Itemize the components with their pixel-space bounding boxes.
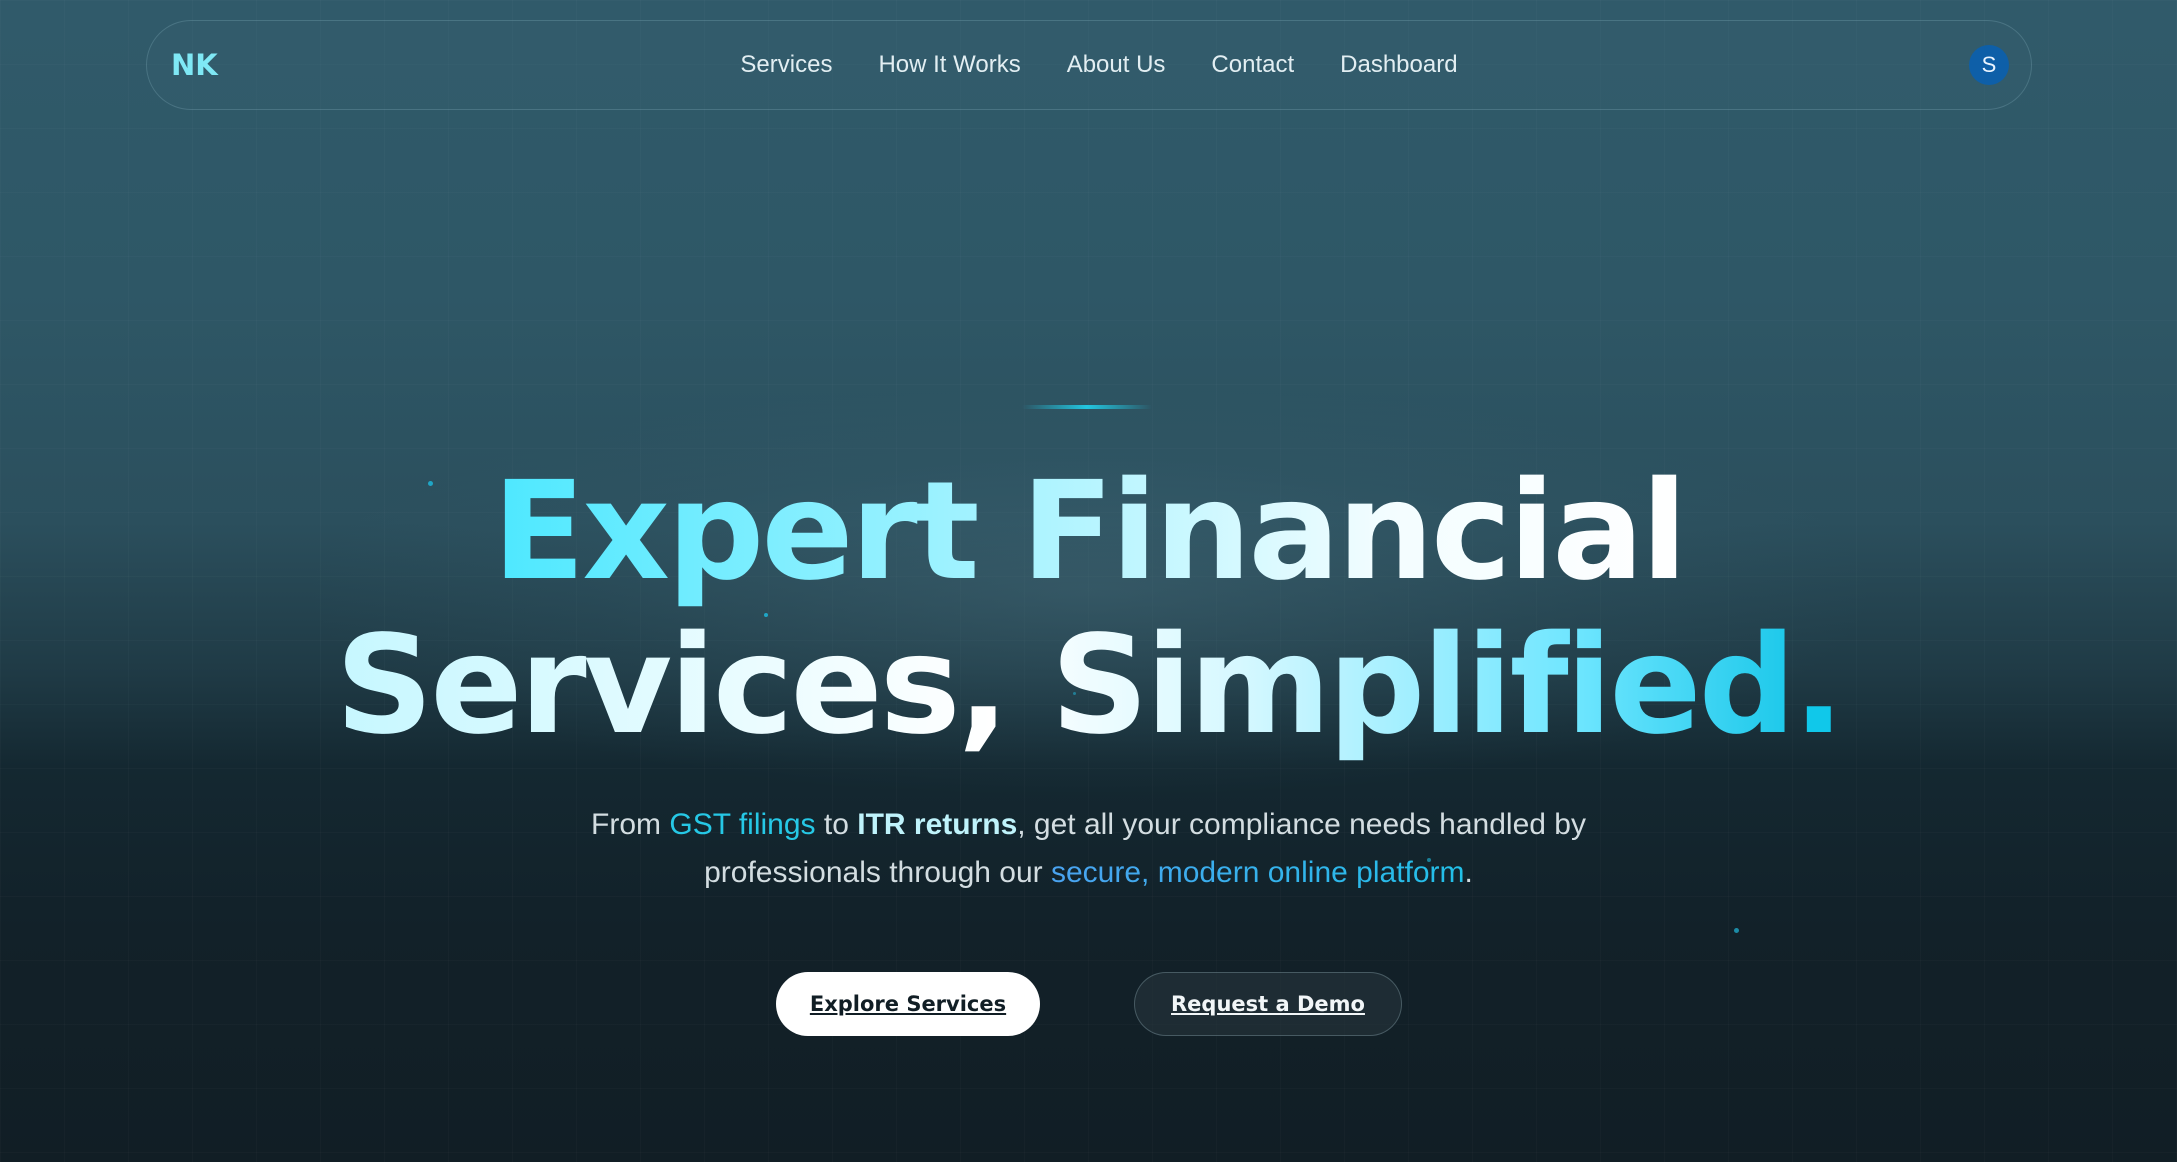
explore-services-button[interactable]: Explore Services <box>776 972 1040 1036</box>
nav-item-about-us[interactable]: About Us <box>1067 51 1166 79</box>
hero-subtitle-line2: professionals through our secure, modern… <box>0 849 2177 897</box>
nav-item-contact[interactable]: Contact <box>1211 51 1294 79</box>
hero-subtitle-line1: From GST filings to ITR returns, get all… <box>0 801 2177 849</box>
decorative-particle <box>428 481 433 486</box>
hero-title-line2: Services, Simplified. <box>0 610 2177 762</box>
hero-title-line1: Expert Financial <box>0 456 2177 608</box>
subtitle-text: to <box>815 808 858 841</box>
subtitle-highlight-platform: secure, modern online platform <box>1050 856 1465 889</box>
top-navbar: NK Services How It Works About Us Contac… <box>146 20 2032 110</box>
subtitle-text: . <box>1464 856 1473 889</box>
hero-title-period: . <box>1792 607 1845 765</box>
nav-item-services[interactable]: Services <box>740 51 832 79</box>
nav-item-dashboard[interactable]: Dashboard <box>1340 51 1457 79</box>
subtitle-highlight-itr: ITR returns <box>857 808 1018 841</box>
decorative-particle <box>1427 858 1431 862</box>
decorative-particle <box>1734 928 1739 933</box>
hero-accent-line <box>1022 405 1152 409</box>
user-avatar[interactable]: S <box>1969 45 2009 85</box>
hero-title-text-2: Services, Simplified <box>335 607 1796 765</box>
decorative-particle <box>764 613 768 617</box>
subtitle-highlight-gst: GST filings <box>669 808 816 841</box>
subtitle-text: , get all your compliance needs handled … <box>1017 808 1586 841</box>
subtitle-text: From <box>591 808 670 841</box>
nav-menu: Services How It Works About Us Contact D… <box>147 51 2031 79</box>
request-demo-button[interactable]: Request a Demo <box>1134 972 1402 1036</box>
nav-item-how-it-works[interactable]: How It Works <box>878 51 1020 79</box>
decorative-particle <box>1073 692 1076 695</box>
hero-title-text-1: Expert Financial <box>492 453 1687 611</box>
subtitle-text: professionals through our <box>704 856 1051 889</box>
